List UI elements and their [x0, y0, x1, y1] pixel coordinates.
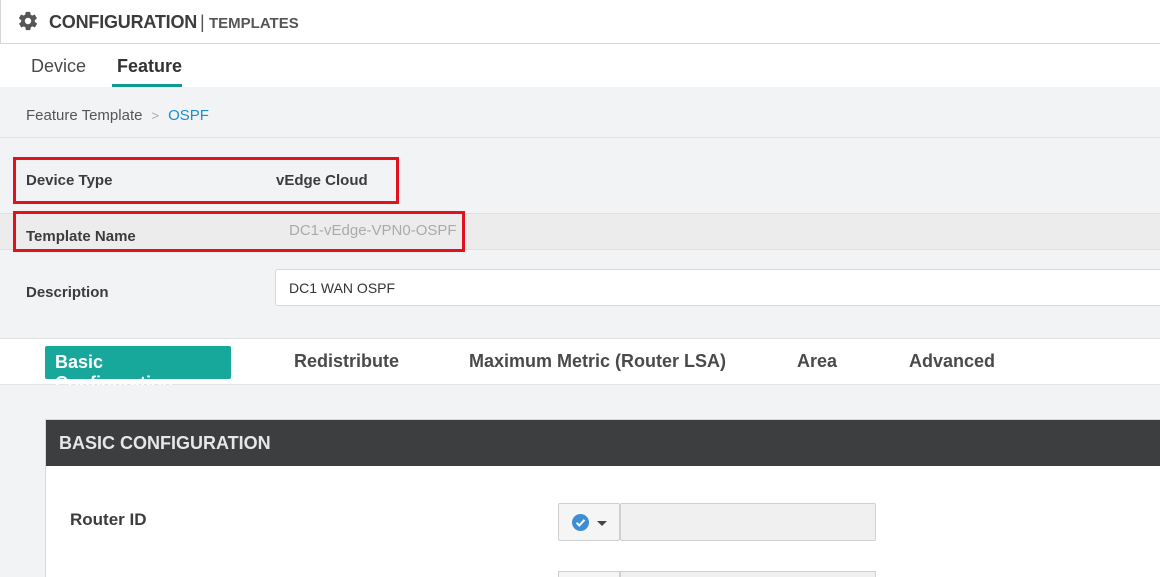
breadcrumb-current[interactable]: OSPF	[168, 107, 209, 124]
page-subtitle: TEMPLATES	[209, 15, 299, 32]
section-title: BASIC CONFIGURATION	[59, 433, 271, 453]
subtab-area[interactable]: Area	[797, 351, 837, 372]
next-scope-dropdown[interactable]	[558, 571, 620, 577]
template-name-highlight	[13, 211, 465, 252]
config-subtabs: Basic Configuration Redistribute Maximum…	[0, 338, 1160, 393]
top-bar: CONFIGURATION | TEMPLATES	[0, 0, 1160, 44]
router-id-input[interactable]	[620, 503, 876, 541]
subtab-advanced[interactable]: Advanced	[909, 351, 995, 372]
tab-device[interactable]: Device	[31, 56, 86, 77]
title-separator: |	[200, 12, 205, 32]
next-field-input[interactable]	[620, 571, 876, 577]
description-label: Description	[26, 284, 109, 301]
breadcrumb-parent[interactable]: Feature Template	[26, 107, 142, 124]
device-type-highlight	[13, 157, 399, 204]
subtab-redistribute[interactable]: Redistribute	[294, 351, 399, 372]
divider	[0, 137, 1160, 138]
chevron-down-icon	[597, 521, 607, 526]
description-field[interactable]	[275, 269, 1160, 306]
basic-configuration-section: BASIC CONFIGURATION	[45, 419, 1160, 577]
breadcrumb: Feature Template > OSPF	[26, 107, 209, 124]
breadcrumb-chevron-icon: >	[151, 108, 160, 123]
subtab-basic-configuration[interactable]: Basic Configuration	[45, 346, 231, 393]
tab-feature[interactable]: Feature	[117, 56, 182, 77]
section-header: BASIC CONFIGURATION	[46, 420, 1160, 466]
page-title: CONFIGURATION	[49, 12, 198, 32]
router-id-scope-dropdown[interactable]	[558, 503, 620, 541]
gear-icon	[18, 11, 38, 31]
subtab-maximum-metric[interactable]: Maximum Metric (Router LSA)	[469, 351, 726, 372]
check-circle-icon	[572, 514, 589, 531]
router-id-label: Router ID	[70, 510, 147, 529]
main-tabs: Device Feature	[0, 44, 1160, 87]
